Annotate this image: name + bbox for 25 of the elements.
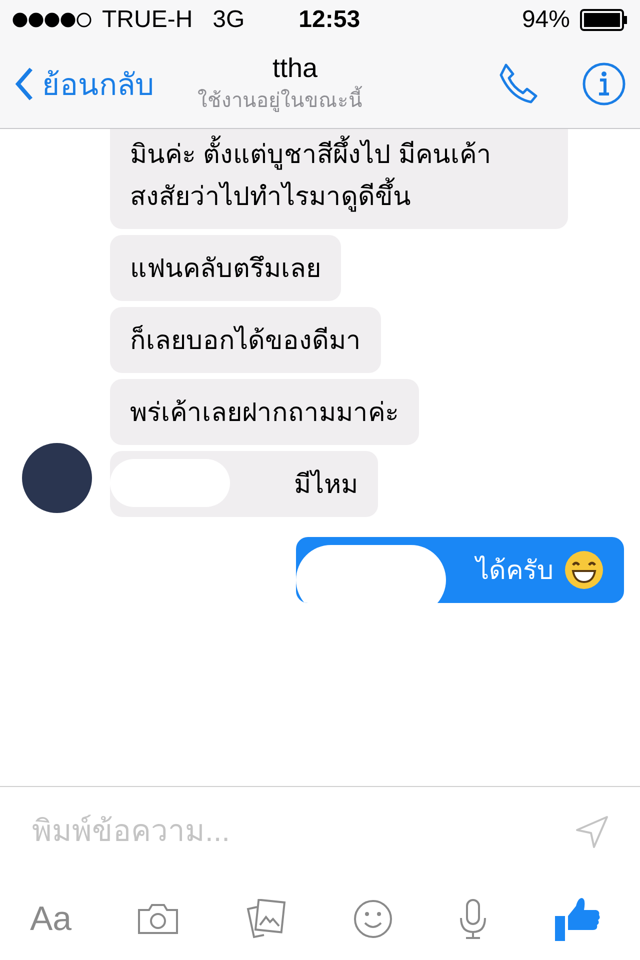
send-icon[interactable] [574,814,610,850]
battery-icon [580,9,628,31]
network-type: 3G [212,6,245,34]
message-text: ได้ครับ [476,554,554,587]
back-button[interactable]: ย้อนกลับ [14,60,154,108]
microphone-icon[interactable] [458,898,488,940]
photos-icon[interactable] [244,899,287,939]
message-input[interactable]: พิมพ์ข้อความ... [30,814,574,850]
clock: 12:53 [298,6,360,34]
carrier: TRUE-H [102,6,193,34]
chevron-icon [14,66,34,102]
smiley-icon[interactable] [352,899,393,939]
grinning-face-icon [564,550,604,590]
active-status: ใช้งานอยู่ในขณะนี้ [198,84,362,116]
message-text: ก็เลยบอกได้ของดีมา [130,325,361,355]
text-format-button[interactable]: Aa [30,900,72,938]
message-text: พร่เค้าเลยฝากถามมาค่ะ [130,397,399,427]
message-text: แฟนคลับตรึมเลย [130,253,321,283]
info-icon[interactable] [582,62,626,106]
thumbs-up-icon[interactable] [554,896,600,942]
camera-icon[interactable] [137,903,180,935]
message-text: มีไหม [294,469,358,499]
contact-name: ttha [271,52,318,84]
signal-icon [12,12,92,28]
battery-percent: 94% [522,6,570,34]
